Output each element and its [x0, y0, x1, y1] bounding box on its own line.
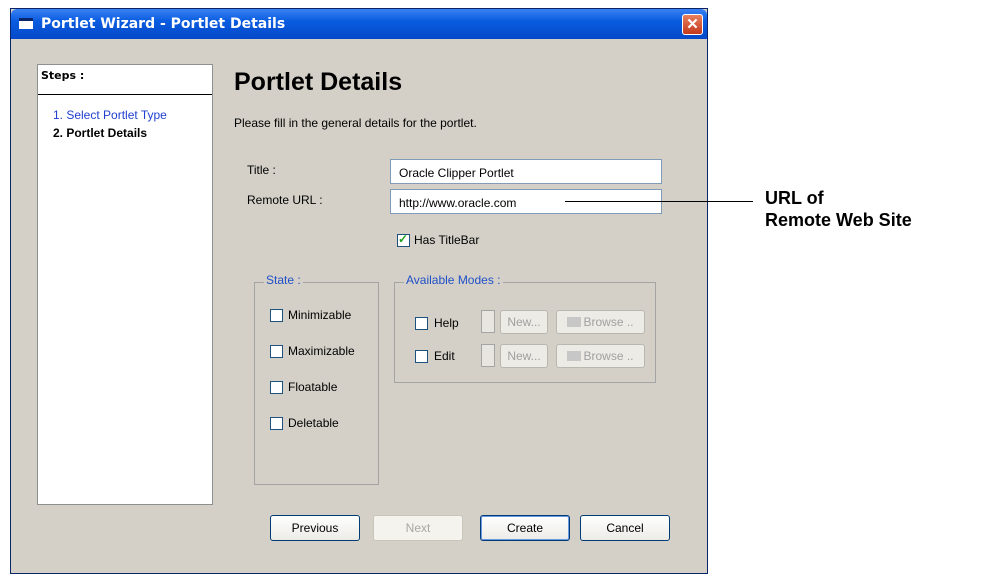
previous-button[interactable]: Previous: [270, 515, 360, 541]
cancel-button[interactable]: Cancel: [580, 515, 670, 541]
help-mode-label: Help: [434, 316, 459, 330]
steps-panel: Steps : 1. Select Portlet Type 2. Portle…: [37, 64, 213, 505]
has-titlebar-label: Has TitleBar: [414, 233, 480, 247]
maximizable-label: Maximizable: [288, 344, 355, 358]
help-browse-label: Browse ..: [583, 315, 634, 329]
help-mode-checkbox[interactable]: [415, 317, 428, 330]
floatable-checkbox[interactable]: [270, 381, 283, 394]
edit-mode-label: Edit: [434, 349, 455, 363]
callout-line1: URL of: [765, 188, 824, 208]
edit-browse-button[interactable]: Browse ..: [556, 344, 645, 368]
step-portlet-details: 2. Portlet Details: [53, 126, 148, 140]
edit-mode-field[interactable]: [481, 344, 495, 367]
intro-text: Please fill in the general details for t…: [234, 116, 477, 130]
minimizable-label: Minimizable: [288, 308, 352, 322]
help-new-button[interactable]: New...: [500, 310, 548, 334]
window-icon: [19, 18, 33, 29]
close-icon[interactable]: ✕: [682, 14, 703, 35]
steps-heading: Steps :: [41, 69, 85, 82]
state-legend: State :: [264, 273, 303, 287]
create-button[interactable]: Create: [480, 515, 570, 541]
deletable-label: Deletable: [288, 416, 339, 430]
callout-label: URL of Remote Web Site: [765, 187, 912, 231]
folder-open-icon: [567, 351, 582, 361]
edit-browse-label: Browse ..: [583, 349, 634, 363]
title-field[interactable]: Oracle Clipper Portlet: [390, 159, 662, 184]
help-browse-button[interactable]: Browse ..: [556, 310, 645, 334]
available-modes-legend: Available Modes :: [404, 273, 503, 287]
title-label: Title :: [247, 163, 276, 177]
callout-line: [565, 201, 753, 202]
edit-mode-checkbox[interactable]: [415, 350, 428, 363]
help-mode-field[interactable]: [481, 310, 495, 333]
maximizable-checkbox[interactable]: [270, 345, 283, 358]
next-button[interactable]: Next: [373, 515, 463, 541]
has-titlebar-checkbox[interactable]: [397, 232, 410, 247]
folder-open-icon: [567, 317, 582, 327]
minimizable-checkbox[interactable]: [270, 309, 283, 322]
deletable-checkbox[interactable]: [270, 417, 283, 430]
callout-line2: Remote Web Site: [765, 210, 912, 230]
step-select-portlet-type[interactable]: 1. Select Portlet Type: [53, 108, 167, 122]
steps-divider: [38, 94, 212, 95]
title-bar[interactable]: Portlet Wizard - Portlet Details ✕: [11, 9, 707, 39]
remote-url-label: Remote URL :: [247, 193, 323, 207]
floatable-label: Floatable: [288, 380, 338, 394]
page-title: Portlet Details: [234, 68, 403, 96]
edit-new-button[interactable]: New...: [500, 344, 548, 368]
window-title: Portlet Wizard - Portlet Details: [41, 16, 286, 32]
